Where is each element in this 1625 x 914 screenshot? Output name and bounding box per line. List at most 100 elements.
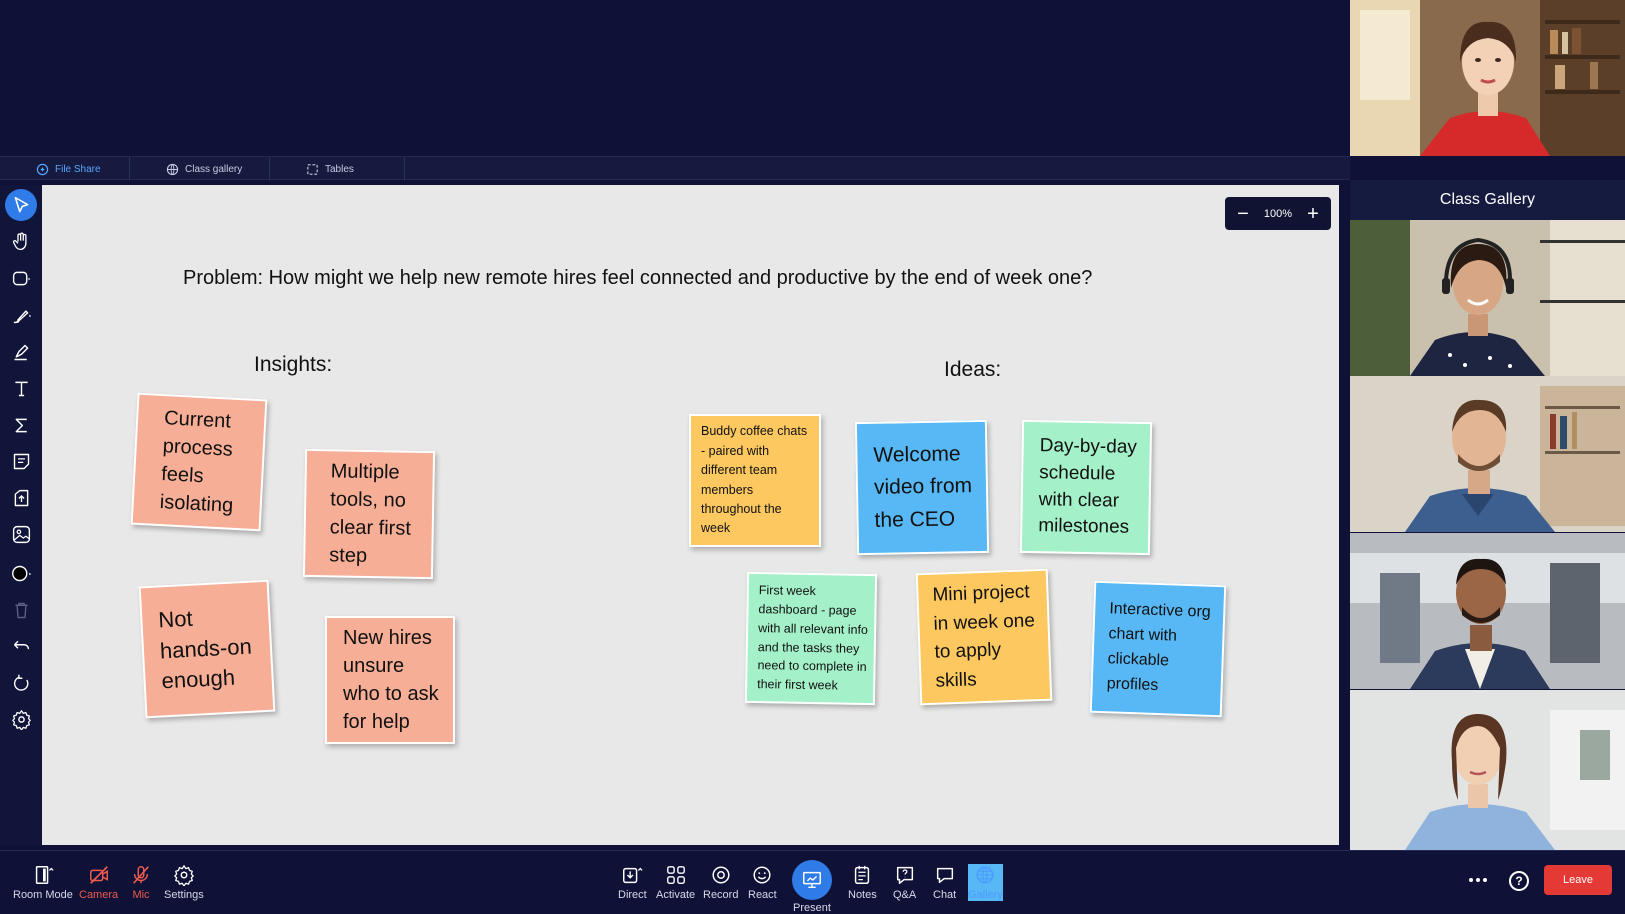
activate-label: Activate [656, 889, 696, 901]
camera-label: Camera [79, 889, 119, 901]
tab-file-share[interactable]: File Share [0, 157, 130, 181]
problem-statement[interactable]: Problem: How might we help new remote hi… [183, 267, 1092, 290]
insights-heading[interactable]: Insights: [254, 353, 332, 377]
notes-button[interactable]: Notes [848, 864, 877, 901]
room-mode-label: Room Mode [13, 889, 73, 901]
gear-icon [174, 865, 194, 886]
sticky-note[interactable]: Welcome video from the CEO [854, 419, 990, 556]
zoom-in-button[interactable]: + [1303, 204, 1323, 224]
sticky-note[interactable]: Multiple tools, no clear first step [302, 448, 436, 580]
pen-tool[interactable] [5, 299, 37, 331]
undo-tool[interactable] [5, 630, 37, 662]
tab-label: File Share [55, 163, 101, 175]
whiteboard-canvas[interactable]: − 100% + Problem: How might we help new … [42, 185, 1339, 845]
zoom-level: 100% [1263, 207, 1293, 220]
sticky-note[interactable]: Interactive org chart with clickable pro… [1089, 580, 1227, 718]
sticky-note-text: Interactive org chart with clickable pro… [1106, 600, 1211, 694]
participant-portrait [1350, 376, 1625, 532]
instructor-video[interactable] [1350, 0, 1625, 156]
help-button[interactable]: ? [1509, 871, 1529, 891]
gallery-globe-icon [976, 866, 994, 884]
settings-tool[interactable] [5, 703, 37, 735]
delete-tool[interactable] [5, 594, 37, 626]
video-panel: Class Gallery [1350, 0, 1625, 850]
more-options-button[interactable] [1466, 873, 1490, 887]
pan-tool[interactable] [5, 225, 37, 257]
sticky-note-icon [13, 453, 29, 469]
gallery-button[interactable]: Gallery [968, 864, 1003, 901]
chat-button[interactable]: Chat [933, 864, 956, 901]
settings-button[interactable]: Settings [164, 864, 204, 901]
mic-button[interactable]: Mic [130, 864, 152, 901]
sticky-note-text: New hires unsure who to ask for help [343, 627, 439, 733]
text-tool[interactable] [5, 372, 37, 404]
sticky-note[interactable]: New hires unsure who to ask for help [325, 616, 455, 744]
camera-button[interactable]: Camera [79, 864, 118, 901]
redo-icon [13, 674, 28, 691]
tab-class-gallery[interactable]: Class gallery [130, 157, 270, 181]
record-button[interactable]: Record [703, 864, 738, 901]
sticky-note-text: Day-by-day schedule with clear milestone… [1038, 435, 1138, 538]
instructor-portrait [1350, 0, 1625, 156]
sticky-note-text: Current process feels isolating [159, 407, 234, 517]
select-tool[interactable] [5, 189, 37, 221]
sigma-icon [15, 418, 27, 432]
record-icon [712, 866, 730, 884]
chat-icon [936, 867, 953, 884]
color-tool[interactable] [5, 557, 37, 589]
brush-icon [13, 309, 31, 323]
sticky-note[interactable]: Day-by-day schedule with clear milestone… [1019, 419, 1153, 556]
settings-label: Settings [164, 889, 204, 901]
mic-label: Mic [132, 889, 150, 901]
sticky-note[interactable]: Current process feels isolating [130, 392, 268, 532]
sticky-note-text: First week dashboard - page with all rel… [757, 583, 869, 693]
react-button[interactable]: React [748, 864, 777, 901]
shape-tool[interactable] [5, 262, 37, 294]
sticky-note-text: Multiple tools, no clear first step [329, 460, 412, 567]
sticky-note-tool[interactable] [5, 445, 37, 477]
image-icon [12, 525, 30, 543]
sticky-note[interactable]: First week dashboard - page with all rel… [744, 571, 878, 706]
participant-video[interactable] [1350, 533, 1625, 689]
mic-off-icon [133, 866, 149, 884]
participant-video[interactable] [1350, 690, 1625, 850]
zoom-out-button[interactable]: − [1233, 204, 1253, 224]
upload-tool[interactable] [5, 482, 37, 514]
present-button[interactable]: Present [792, 860, 832, 914]
sticky-note[interactable]: Mini project in week one to apply skills [915, 568, 1053, 706]
sticky-note[interactable]: Buddy coffee chats - paired with differe… [689, 414, 821, 547]
highlighter-tool[interactable] [5, 336, 37, 368]
dot [1476, 878, 1480, 882]
color-swatch-icon [11, 565, 31, 581]
ideas-heading[interactable]: Ideas: [944, 358, 1001, 382]
direct-label: Direct [618, 889, 647, 901]
participant-portrait [1350, 690, 1625, 850]
image-tool[interactable] [5, 518, 37, 550]
room-mode-button[interactable]: Room Mode [13, 864, 73, 901]
activate-icon [666, 866, 685, 884]
tab-bar: File Share Class gallery Tables [0, 156, 1350, 181]
zoom-control: − 100% + [1225, 197, 1331, 230]
qa-button[interactable]: Q&A [893, 864, 916, 901]
camera-off-icon [89, 866, 108, 884]
present-button-circle [792, 860, 832, 900]
direct-button[interactable]: Direct [618, 864, 647, 901]
hand-icon [12, 232, 27, 250]
tab-label: Class gallery [185, 163, 243, 175]
qa-label: Q&A [893, 889, 917, 901]
leave-button[interactable]: Leave [1544, 865, 1612, 895]
qa-icon [896, 866, 913, 884]
tab-tables[interactable]: Tables [270, 157, 405, 181]
text-icon [14, 381, 28, 396]
tab-label: Tables [325, 163, 354, 175]
sticky-note-text: Welcome video from the CEO [873, 441, 973, 532]
redo-tool[interactable] [5, 667, 37, 699]
sticky-note[interactable]: Not hands-on enough [138, 579, 276, 719]
activate-button[interactable]: Activate [656, 864, 695, 901]
equation-tool[interactable] [5, 409, 37, 441]
react-label: React [748, 889, 777, 901]
notes-label: Notes [848, 889, 877, 901]
undo-icon [13, 640, 29, 649]
participant-video[interactable] [1350, 376, 1625, 532]
participant-video[interactable] [1350, 220, 1625, 376]
